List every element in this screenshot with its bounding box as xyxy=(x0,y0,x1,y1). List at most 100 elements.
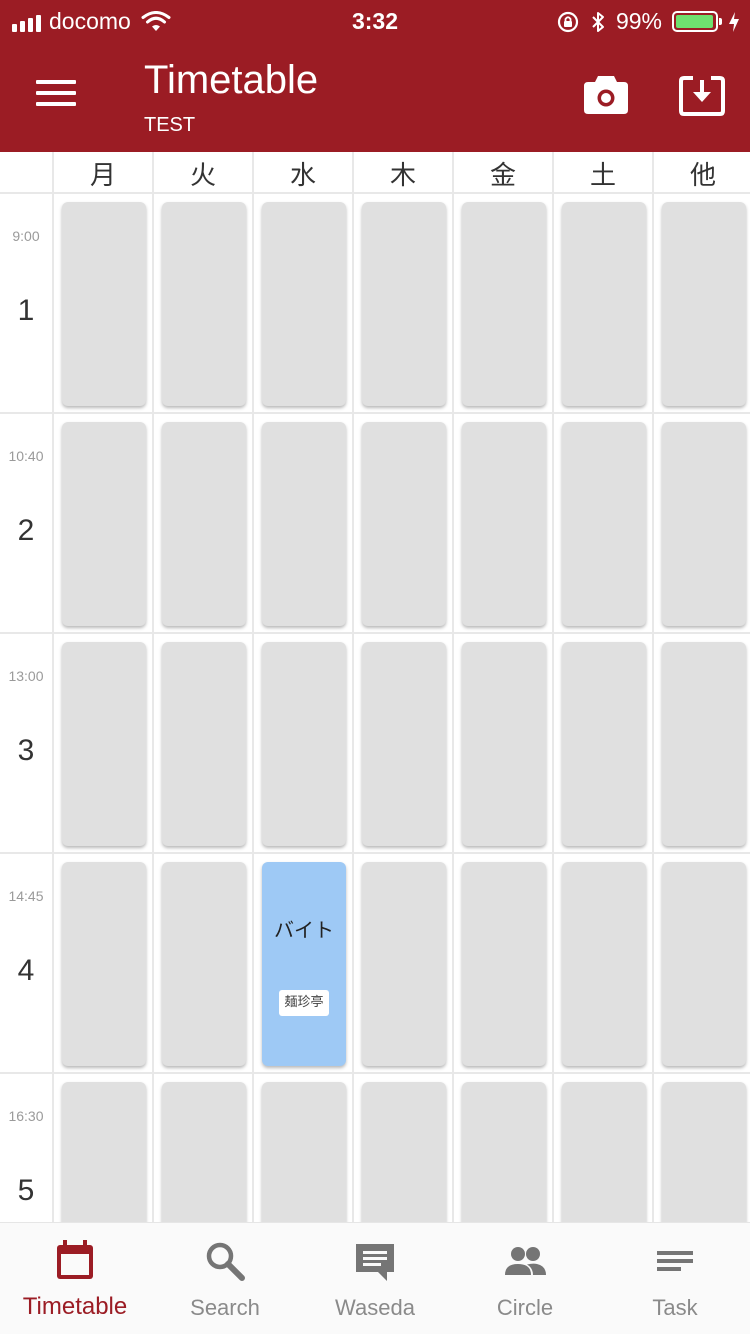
page-subtitle: TEST xyxy=(144,114,196,136)
period-start-time: 10:40 xyxy=(8,448,44,464)
grid-corner xyxy=(0,152,52,194)
camera-icon[interactable] xyxy=(582,72,630,116)
chat-icon xyxy=(353,1239,397,1283)
class-slot-empty[interactable] xyxy=(662,642,746,846)
timetable-cell xyxy=(452,194,552,414)
day-header-3: 木 xyxy=(352,152,452,194)
timetable-cell xyxy=(252,194,352,414)
timetable-cell xyxy=(152,414,252,634)
class-slot-empty[interactable] xyxy=(562,862,646,1066)
class-slot-empty[interactable] xyxy=(462,642,546,846)
timetable-cell xyxy=(452,414,552,634)
nav-label: Timetable xyxy=(22,1293,128,1320)
period-number: 4 xyxy=(17,954,35,987)
download-icon[interactable] xyxy=(678,72,726,120)
class-slot-empty[interactable] xyxy=(362,862,446,1066)
day-header-5: 土 xyxy=(552,152,652,194)
battery-percent: 99% xyxy=(615,8,662,34)
nav-tab-timetable[interactable]: Timetable xyxy=(0,1223,150,1334)
day-header-4: 金 xyxy=(452,152,552,194)
nav-label: Waseda xyxy=(335,1295,415,1320)
timetable-cell xyxy=(52,194,152,414)
nav-tab-task[interactable]: Task xyxy=(600,1223,750,1334)
period-row-3: 13:00 3 xyxy=(0,634,750,854)
nav-label: Search xyxy=(190,1295,260,1320)
period-number: 1 xyxy=(17,294,35,327)
period-number: 3 xyxy=(17,734,35,767)
timetable-cell xyxy=(152,1074,252,1222)
period-label: 13:00 3 xyxy=(0,634,52,854)
class-slot-empty[interactable] xyxy=(462,862,546,1066)
class-slot-empty[interactable] xyxy=(162,1082,246,1222)
timetable-cell xyxy=(352,194,452,414)
class-slot-empty[interactable] xyxy=(262,642,346,846)
class-slot-empty[interactable] xyxy=(62,422,146,626)
timetable-cell xyxy=(452,634,552,854)
class-slot-empty[interactable] xyxy=(662,202,746,406)
class-slot-empty[interactable] xyxy=(362,202,446,406)
class-slot-empty[interactable] xyxy=(562,642,646,846)
class-slot-empty[interactable] xyxy=(262,422,346,626)
class-slot-empty[interactable] xyxy=(562,422,646,626)
period-cells xyxy=(52,414,750,634)
nav-label: Task xyxy=(652,1295,698,1320)
timetable-cell xyxy=(552,634,652,854)
timetable-cell xyxy=(552,1074,652,1222)
class-slot-empty[interactable] xyxy=(62,642,146,846)
class-slot-empty[interactable] xyxy=(62,202,146,406)
period-row-2: 10:40 2 xyxy=(0,414,750,634)
app-header: docomo 3:32 99% Timetable TEST xyxy=(0,0,750,152)
people-icon xyxy=(503,1239,547,1283)
class-slot-empty[interactable] xyxy=(462,1082,546,1222)
class-slot-empty[interactable] xyxy=(162,422,246,626)
timetable-cell xyxy=(52,854,152,1074)
calendar-icon xyxy=(53,1239,97,1283)
class-slot-empty[interactable] xyxy=(462,422,546,626)
period-start-time: 13:00 xyxy=(8,668,44,684)
day-header-1: 火 xyxy=(152,152,252,194)
hamburger-menu-icon[interactable] xyxy=(36,80,76,112)
notes-icon xyxy=(653,1239,697,1283)
period-number: 2 xyxy=(17,514,35,547)
nav-tab-waseda[interactable]: Waseda xyxy=(300,1223,450,1334)
class-slot-empty[interactable] xyxy=(662,1082,746,1222)
class-slot-empty[interactable] xyxy=(662,422,746,626)
bluetooth-icon xyxy=(592,11,604,32)
class-slot-empty[interactable] xyxy=(362,642,446,846)
period-start-time: 14:45 xyxy=(8,888,44,904)
timetable-cell xyxy=(552,414,652,634)
nav-tab-search[interactable]: Search xyxy=(150,1223,300,1334)
timetable-grid: 月火水木金土他 9:00 1 10:40 2 13:00 3 14:45 4 バイト 麺珍亭 16:… xyxy=(0,152,750,1222)
period-label: 10:40 2 xyxy=(0,414,52,634)
class-slot-empty[interactable] xyxy=(662,862,746,1066)
period-start-time: 9:00 xyxy=(12,228,40,244)
timetable-cell xyxy=(552,854,652,1074)
class-slot-empty[interactable] xyxy=(162,642,246,846)
period-label: 14:45 4 xyxy=(0,854,52,1074)
class-slot-empty[interactable] xyxy=(62,862,146,1066)
timetable-cell xyxy=(252,1074,352,1222)
bottom-navigation: Timetable Search Waseda Circle Task xyxy=(0,1222,750,1334)
class-slot-empty[interactable] xyxy=(262,1082,346,1222)
class-slot-empty[interactable] xyxy=(562,1082,646,1222)
class-slot-empty[interactable] xyxy=(162,202,246,406)
class-slot-filled[interactable]: バイト 麺珍亭 xyxy=(262,862,346,1066)
timetable-cell xyxy=(152,634,252,854)
class-slot-empty[interactable] xyxy=(462,202,546,406)
class-slot-empty[interactable] xyxy=(562,202,646,406)
period-number: 5 xyxy=(17,1174,35,1207)
timetable-cell xyxy=(652,414,750,634)
timetable-cell xyxy=(252,414,352,634)
nav-tab-circle[interactable]: Circle xyxy=(450,1223,600,1334)
course-room-badge: 麺珍亭 xyxy=(279,990,329,1016)
class-slot-empty[interactable] xyxy=(162,862,246,1066)
day-header-row: 月火水木金土他 xyxy=(52,152,750,194)
timetable-cell xyxy=(152,854,252,1074)
class-slot-empty[interactable] xyxy=(262,202,346,406)
timetable-cell xyxy=(652,194,750,414)
class-slot-empty[interactable] xyxy=(62,1082,146,1222)
class-slot-empty[interactable] xyxy=(362,1082,446,1222)
class-slot-empty[interactable] xyxy=(362,422,446,626)
period-label: 9:00 1 xyxy=(0,194,52,414)
status-bar: docomo 3:32 99% xyxy=(0,0,750,40)
